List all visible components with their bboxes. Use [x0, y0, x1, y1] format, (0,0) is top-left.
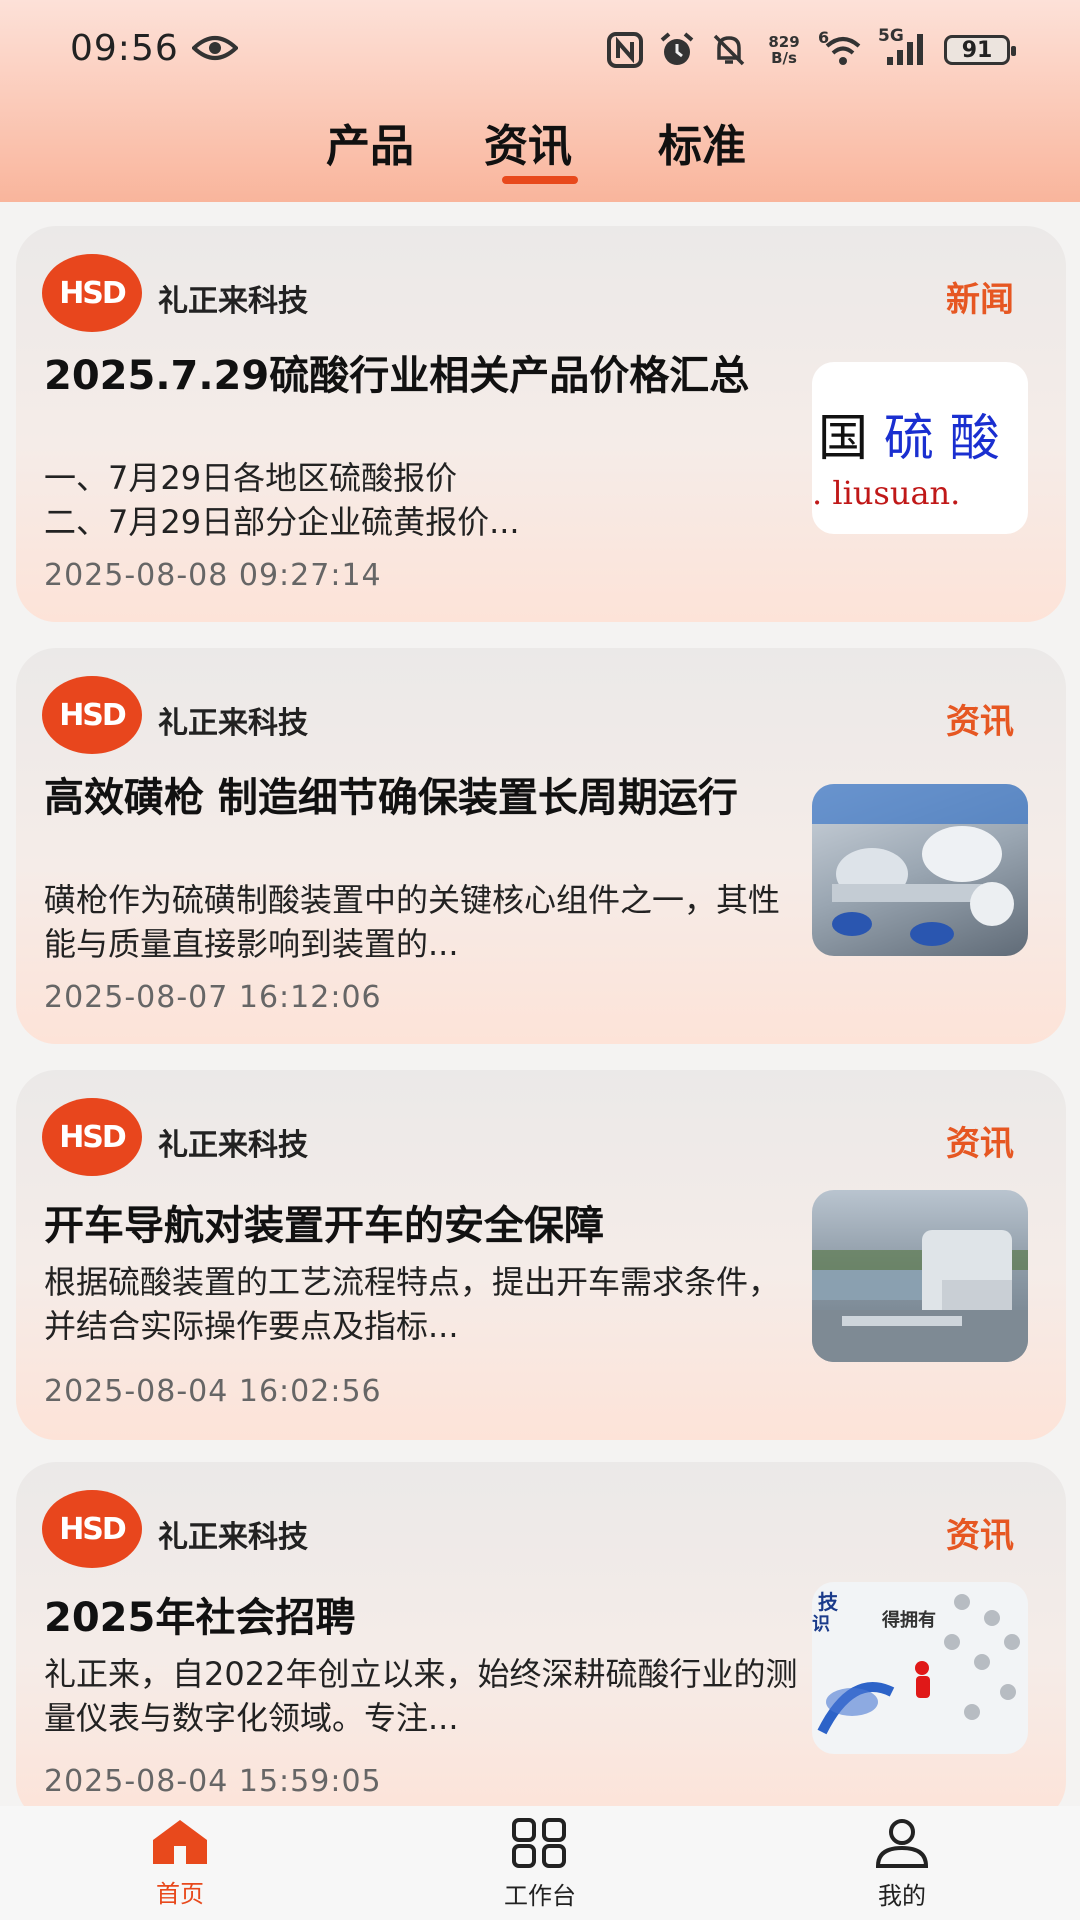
- source-logo: HSD: [42, 254, 142, 332]
- status-time: 09:56: [70, 28, 179, 69]
- tab-news[interactable]: 资讯: [484, 110, 572, 174]
- category-tag: 新闻: [946, 280, 1014, 320]
- news-card[interactable]: HSD 礼正来科技 资讯 高效磺枪 制造细节确保装置长周期运行 磺枪作为硫磺制酸…: [16, 648, 1066, 1044]
- bottom-navigation: 首页 工作台 我的: [0, 1806, 1080, 1920]
- wifi-badge: 6: [818, 28, 830, 47]
- news-card[interactable]: HSD 礼正来科技 新闻 2025.7.29硫酸行业相关产品价格汇总 一、7月2…: [16, 226, 1066, 622]
- card-title: 2025年社会招聘: [44, 1595, 356, 1641]
- card-title: 2025.7.29硫酸行业相关产品价格汇总: [44, 353, 750, 399]
- net-speed-value: 829: [768, 33, 800, 51]
- battery-level: 91: [961, 37, 993, 63]
- card-thumbnail: [812, 1190, 1028, 1362]
- active-tab-indicator: [502, 176, 578, 184]
- nav-me[interactable]: 我的: [812, 1818, 992, 1911]
- card-timestamp: 2025-08-07 16:12:06: [44, 980, 382, 1015]
- mute-icon: [710, 32, 748, 68]
- card-summary: 根据硫酸装置的工艺流程特点，提出开车需求条件，并结合实际操作要点及指标...: [44, 1263, 781, 1345]
- person-icon: [875, 1819, 929, 1868]
- source-logo: HSD: [42, 676, 142, 754]
- wifi-icon: 6: [818, 28, 866, 68]
- card-timestamp: 2025-08-04 15:59:05: [44, 1764, 382, 1799]
- plant-image: [812, 1230, 1028, 1362]
- source-name: 礼正来科技: [158, 706, 308, 741]
- thumb-word: 硫 酸: [883, 409, 1000, 467]
- thumb-char: 国: [818, 409, 868, 467]
- card-thumbnail: 技 识 得拥有: [812, 1582, 1028, 1754]
- thumb-url: . liusuan.: [812, 474, 961, 512]
- app-header: 09:56 829 B/s 6 5G 91 产品 资讯 标准: [0, 0, 1080, 202]
- nav-workbench-label: 工作台: [504, 1882, 576, 1910]
- equipment-image: [812, 784, 1028, 946]
- nfc-icon: [606, 32, 644, 68]
- category-tag: 资讯: [946, 1516, 1014, 1556]
- category-tabs: 产品 资讯 标准: [0, 110, 1080, 190]
- alarm-icon: [658, 32, 696, 68]
- source-name: 礼正来科技: [158, 1128, 308, 1163]
- grid-icon: [512, 1818, 566, 1868]
- nav-home[interactable]: 首页: [90, 1818, 270, 1909]
- card-summary: 磺枪作为硫磺制酸装置中的关键核心组件之一，其性能与质量直接影响到装置的...: [44, 881, 781, 963]
- cell-signal-icon: 5G: [878, 26, 930, 68]
- source-logo: HSD: [42, 1098, 142, 1176]
- tab-products[interactable]: 产品: [326, 110, 414, 174]
- signal-label: 5G: [878, 26, 904, 46]
- source-logo: HSD: [42, 1490, 142, 1568]
- eye-icon: [192, 36, 238, 60]
- category-tag: 资讯: [946, 702, 1014, 742]
- battery-indicator: 91: [944, 35, 1016, 65]
- card-summary: 一、7月29日各地区硫酸报价 二、7月29日部分企业硫黄报价...: [44, 459, 520, 541]
- source-name: 礼正来科技: [158, 284, 308, 319]
- home-icon: [153, 1820, 207, 1864]
- card-title: 开车导航对装置开车的安全保障: [44, 1203, 604, 1249]
- card-title: 高效磺枪 制造细节确保装置长周期运行: [44, 775, 738, 821]
- tab-standards[interactable]: 标准: [658, 110, 746, 174]
- nav-me-label: 我的: [878, 1882, 926, 1910]
- people-figures-image: [817, 1594, 1020, 1735]
- category-tag: 资讯: [946, 1124, 1014, 1164]
- card-summary: 礼正来，自2022年创立以来，始终深耕硫酸行业的测量仪表与数字化领域。专注...: [44, 1655, 798, 1737]
- card-thumbnail: 国 硫 酸 . liusuan.: [812, 362, 1028, 534]
- news-card[interactable]: HSD 礼正来科技 资讯 开车导航对装置开车的安全保障 根据硫酸装置的工艺流程特…: [16, 1070, 1066, 1440]
- news-card[interactable]: HSD 礼正来科技 资讯 2025年社会招聘 礼正来，自2022年创立以来，始终…: [16, 1462, 1066, 1822]
- card-timestamp: 2025-08-08 09:27:14: [44, 558, 382, 593]
- status-icons: 829 B/s 6 5G 91: [606, 26, 1016, 70]
- status-bar: 09:56 829 B/s 6 5G 91: [0, 0, 1080, 100]
- net-speed-unit: B/s: [771, 49, 797, 67]
- card-timestamp: 2025-08-04 16:02:56: [44, 1374, 382, 1409]
- net-speed: 829 B/s: [762, 34, 806, 66]
- nav-home-label: 首页: [156, 1880, 204, 1908]
- card-thumbnail: [812, 784, 1028, 956]
- nav-workbench[interactable]: 工作台: [450, 1818, 630, 1911]
- source-name: 礼正来科技: [158, 1520, 308, 1555]
